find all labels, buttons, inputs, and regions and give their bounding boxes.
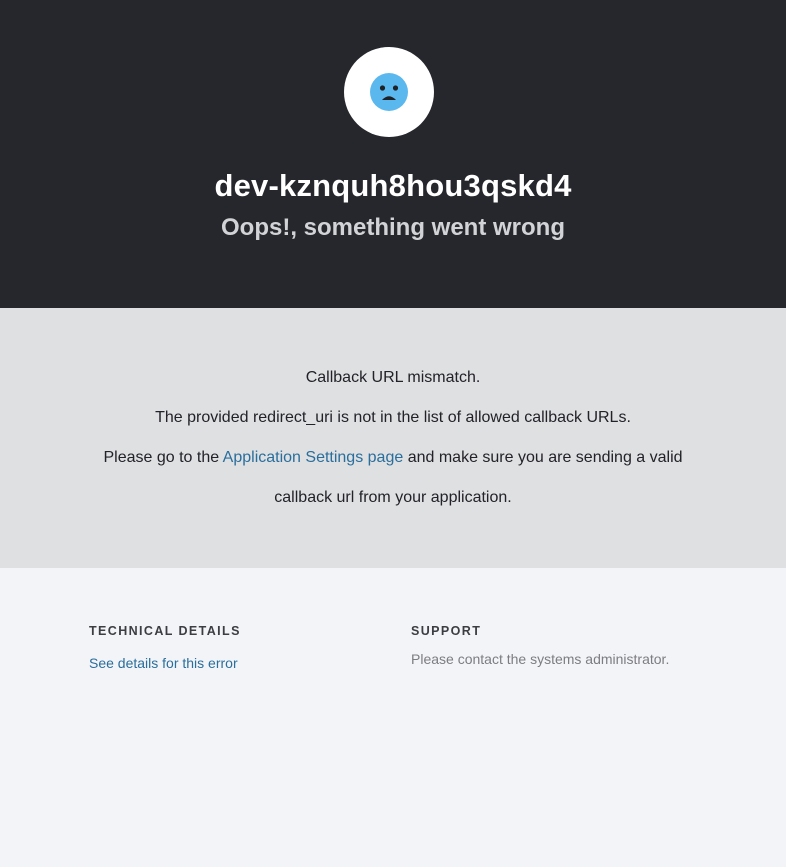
instruction-prefix: Please go to the <box>103 449 223 466</box>
application-settings-link[interactable]: Application Settings page <box>223 449 404 466</box>
error-title: Callback URL mismatch. <box>305 369 481 386</box>
header-banner: dev-kznquh8hou3qskd4 Oops!, something we… <box>0 0 786 308</box>
avatar-circle <box>344 47 434 137</box>
error-instruction-continued: callback url from your application. <box>274 489 512 506</box>
error-instruction: Please go to the Application Settings pa… <box>0 446 786 470</box>
support-text: Please contact the systems administrator… <box>411 651 670 667</box>
tenant-name: dev-kznquh8hou3qskd4 <box>214 168 572 203</box>
instruction-suffix: and make sure you are sending a valid <box>403 449 683 466</box>
error-description: The provided redirect_uri is not in the … <box>155 409 631 426</box>
support-heading: SUPPORT <box>411 624 482 638</box>
error-subtitle: Oops!, something went wrong <box>221 214 565 241</box>
technical-details-heading: TECHNICAL DETAILS <box>89 624 241 638</box>
see-error-details-link[interactable]: See details for this error <box>89 654 238 672</box>
sad-face-icon <box>370 73 408 111</box>
error-message-section <box>0 308 786 568</box>
